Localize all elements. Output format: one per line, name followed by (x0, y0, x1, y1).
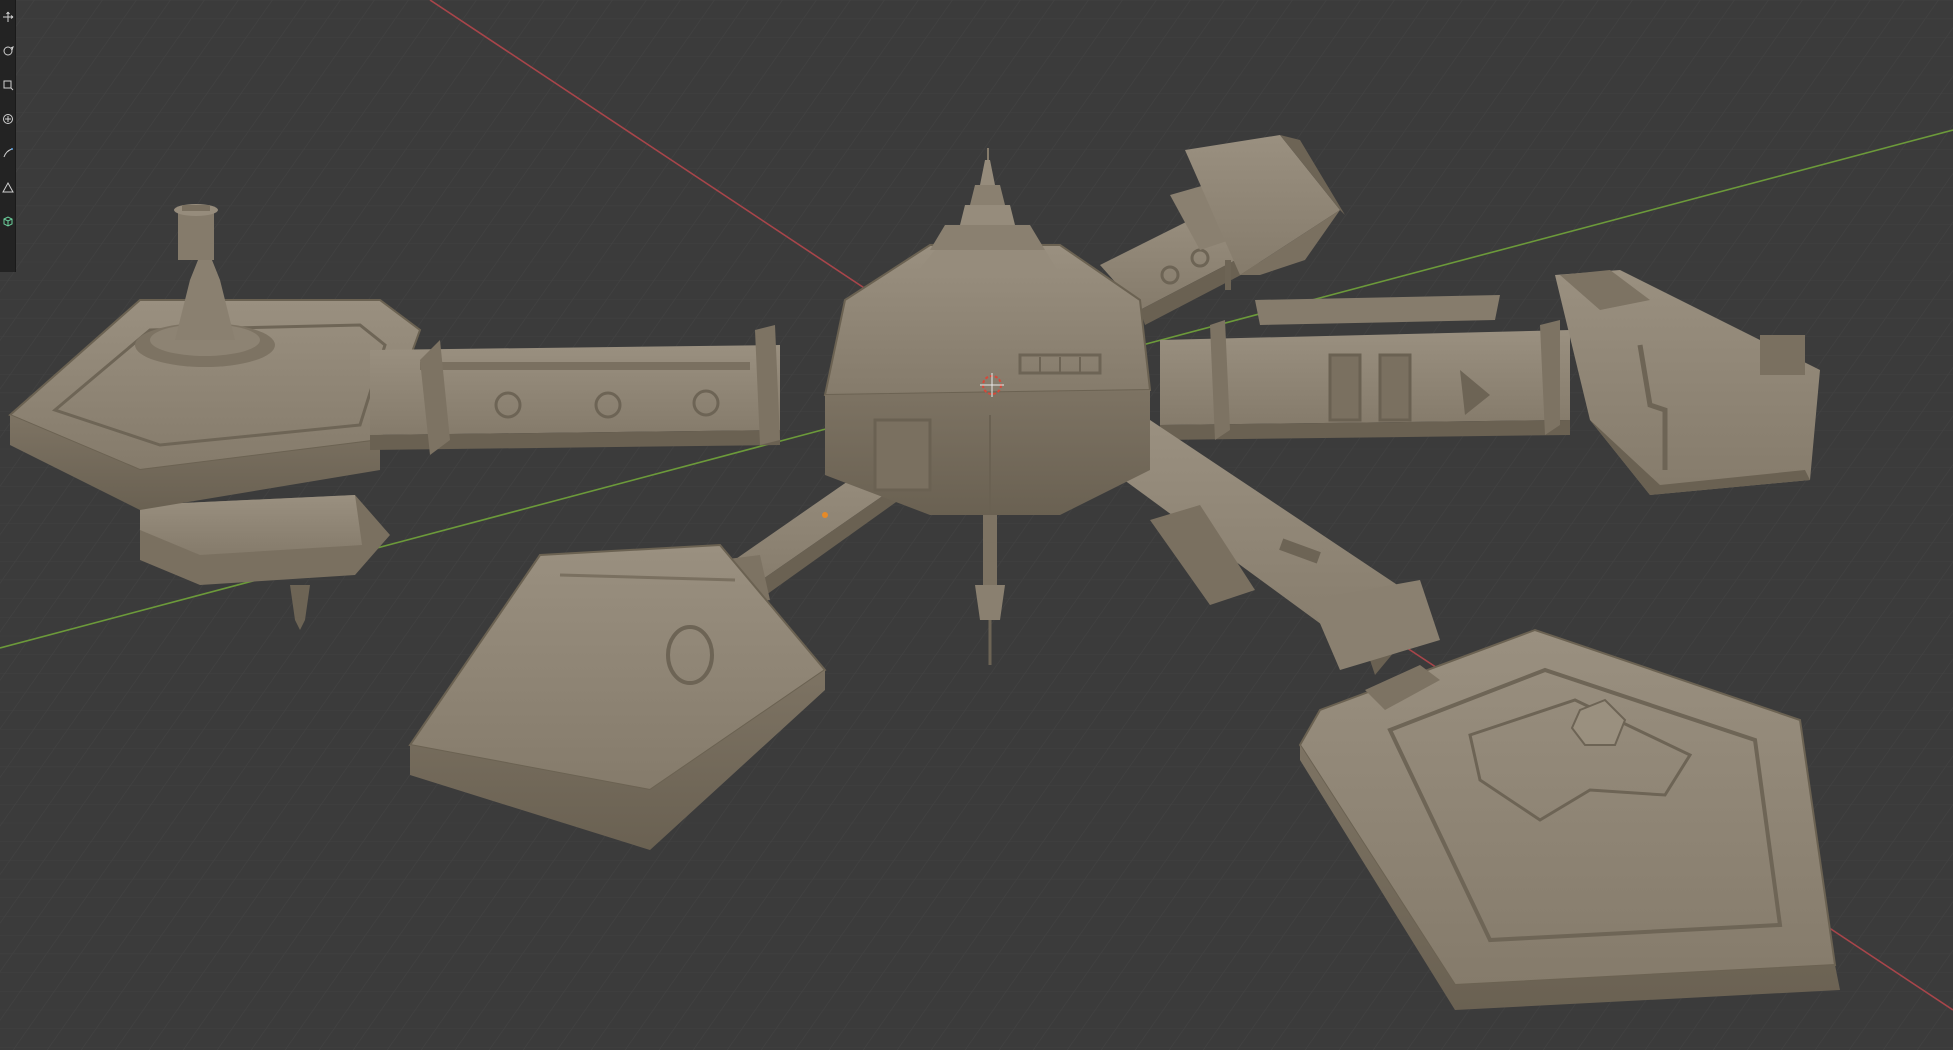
move-tool[interactable] (1, 4, 15, 30)
annotate-pen-icon (3, 148, 13, 158)
add-cube-icon (3, 216, 12, 227)
viewport-scene[interactable] (0, 0, 1953, 1050)
scale-tool[interactable] (1, 72, 15, 98)
rotate-icon (3, 46, 14, 56)
measure-tool[interactable] (1, 174, 15, 200)
rotate-tool[interactable] (1, 38, 15, 64)
measure-ruler-icon (1, 181, 14, 193)
move-arrows-icon (2, 11, 13, 22)
3d-viewport[interactable] (0, 0, 1953, 1050)
tool-shelf (0, 0, 16, 272)
scale-box-icon (3, 80, 13, 91)
transform-icon (2, 114, 13, 124)
add-cube-tool[interactable] (1, 208, 15, 234)
annotate-tool[interactable] (1, 140, 15, 166)
transform-tool[interactable] (1, 106, 15, 132)
